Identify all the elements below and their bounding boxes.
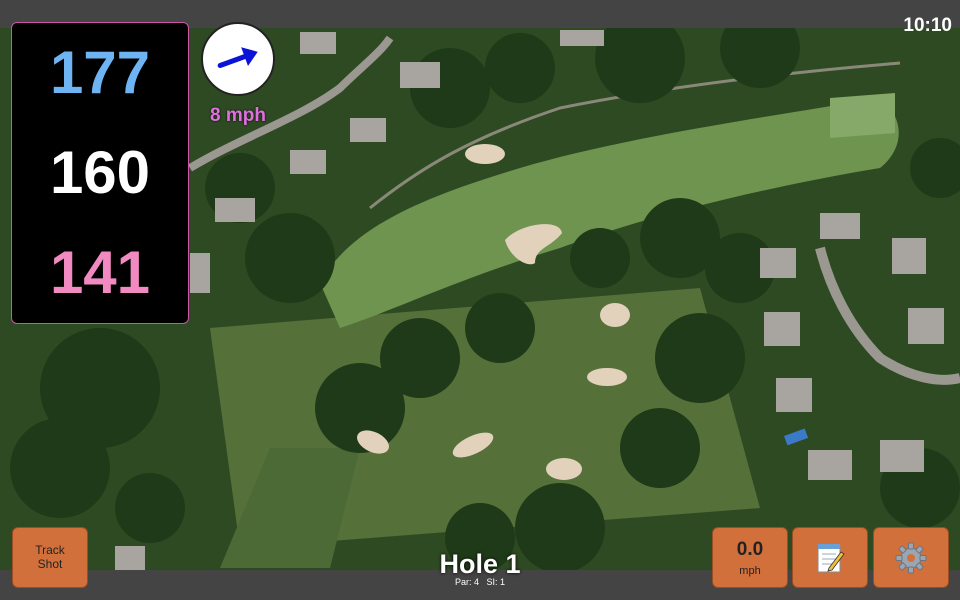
track-shot-label-line1: Track bbox=[35, 542, 65, 557]
clock-time: 10:10 bbox=[903, 15, 952, 36]
wind-direction-indicator bbox=[201, 22, 275, 96]
hole-title: Hole 1 bbox=[439, 549, 521, 579]
speed-unit: mph bbox=[739, 564, 761, 577]
track-shot-button[interactable]: Track Shot bbox=[12, 527, 88, 588]
distance-back: 177 bbox=[49, 39, 151, 106]
notepad-icon bbox=[817, 543, 845, 572]
notes-button[interactable] bbox=[792, 527, 868, 588]
distance-front: 141 bbox=[49, 239, 151, 306]
wind-speed-label: 8 mph bbox=[210, 105, 266, 126]
distance-middle: 160 bbox=[49, 139, 151, 206]
yardage-panel: 177 160 141 bbox=[11, 22, 189, 324]
speed-value: 0.0 bbox=[736, 538, 764, 560]
gear-icon bbox=[895, 542, 927, 573]
wind-arrow-icon bbox=[217, 47, 258, 68]
shot-speed-button[interactable]: 0.0 mph bbox=[712, 527, 788, 588]
settings-button[interactable] bbox=[873, 527, 949, 588]
track-shot-label-line2: Shot bbox=[37, 556, 63, 571]
hole-par-si: Par: 4 SI: 1 bbox=[454, 577, 506, 587]
